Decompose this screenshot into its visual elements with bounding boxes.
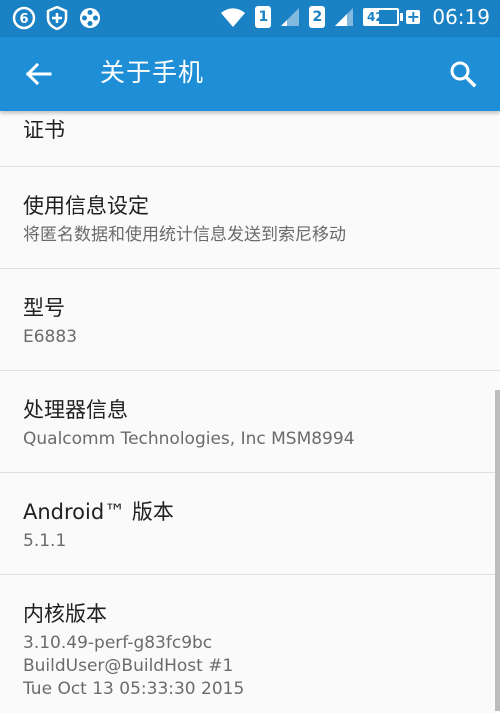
charging-icon: + <box>406 7 421 26</box>
page-title: 关于手机 <box>100 58 205 87</box>
battery-percent: 42% <box>366 10 396 24</box>
shield-icon <box>46 6 68 30</box>
battery-indicator: 42% + <box>363 7 421 26</box>
item-title: Android™ 版本 <box>23 500 174 524</box>
item-title: 内核版本 <box>23 602 107 626</box>
item-subtitle-line: Tue Oct 13 05:33:30 2015 <box>23 679 245 699</box>
list-item-android-version[interactable]: Android™ 版本 5.1.1 <box>0 473 500 575</box>
arrow-back-icon[interactable] <box>22 57 56 91</box>
list-item-model[interactable]: 型号 E6883 <box>0 269 500 371</box>
search-icon[interactable] <box>446 57 480 91</box>
battery-body: 42% <box>363 8 400 26</box>
status-bar-left-icons: 6 <box>12 6 102 30</box>
item-subtitle-line: BuildUser@BuildHost #1 <box>23 656 234 676</box>
item-title: 证书 <box>23 118 65 142</box>
battery-cap <box>400 13 404 21</box>
list-item-usage-info[interactable]: 使用信息设定 将匿名数据和使用统计信息发送到索尼移动 <box>0 167 500 269</box>
settings-list: 证书 使用信息设定 将匿名数据和使用统计信息发送到索尼移动 型号 E6883 处… <box>0 111 500 713</box>
sim1-badge: 1 <box>255 6 272 28</box>
list-item-certificate[interactable]: 证书 <box>0 111 500 167</box>
film-reel-icon <box>80 8 100 28</box>
item-title: 型号 <box>23 296 65 320</box>
item-subtitle: 将匿名数据和使用统计信息发送到索尼移动 <box>23 225 346 245</box>
svg-text:6: 6 <box>19 12 28 27</box>
signal-sim1-icon <box>281 8 300 26</box>
status-bar: 6 1 2 42% + 06:19 <box>0 0 500 37</box>
app-bar: 关于手机 <box>0 37 500 111</box>
item-title: 使用信息设定 <box>23 194 149 218</box>
scrollbar[interactable] <box>495 390 500 711</box>
list-item-processor[interactable]: 处理器信息 Qualcomm Technologies, Inc MSM8994 <box>0 371 500 473</box>
signal-sim2-icon <box>335 8 354 26</box>
item-subtitle: 5.1.1 <box>23 531 67 551</box>
sim2-badge: 2 <box>309 6 326 28</box>
status-clock: 06:19 <box>432 5 490 29</box>
item-title: 处理器信息 <box>23 398 128 422</box>
status-bar-right-icons: 1 2 42% + 06:19 <box>219 5 490 29</box>
item-subtitle: Qualcomm Technologies, Inc MSM8994 <box>23 429 355 449</box>
list-item-kernel-version[interactable]: 内核版本 3.10.49-perf-g83fc9bc BuildUser@Bui… <box>0 575 500 713</box>
app-icon-6: 6 <box>12 6 36 30</box>
item-subtitle-line: 3.10.49-perf-g83fc9bc <box>23 633 213 653</box>
wifi-icon <box>221 8 246 27</box>
item-subtitle: E6883 <box>23 327 78 347</box>
